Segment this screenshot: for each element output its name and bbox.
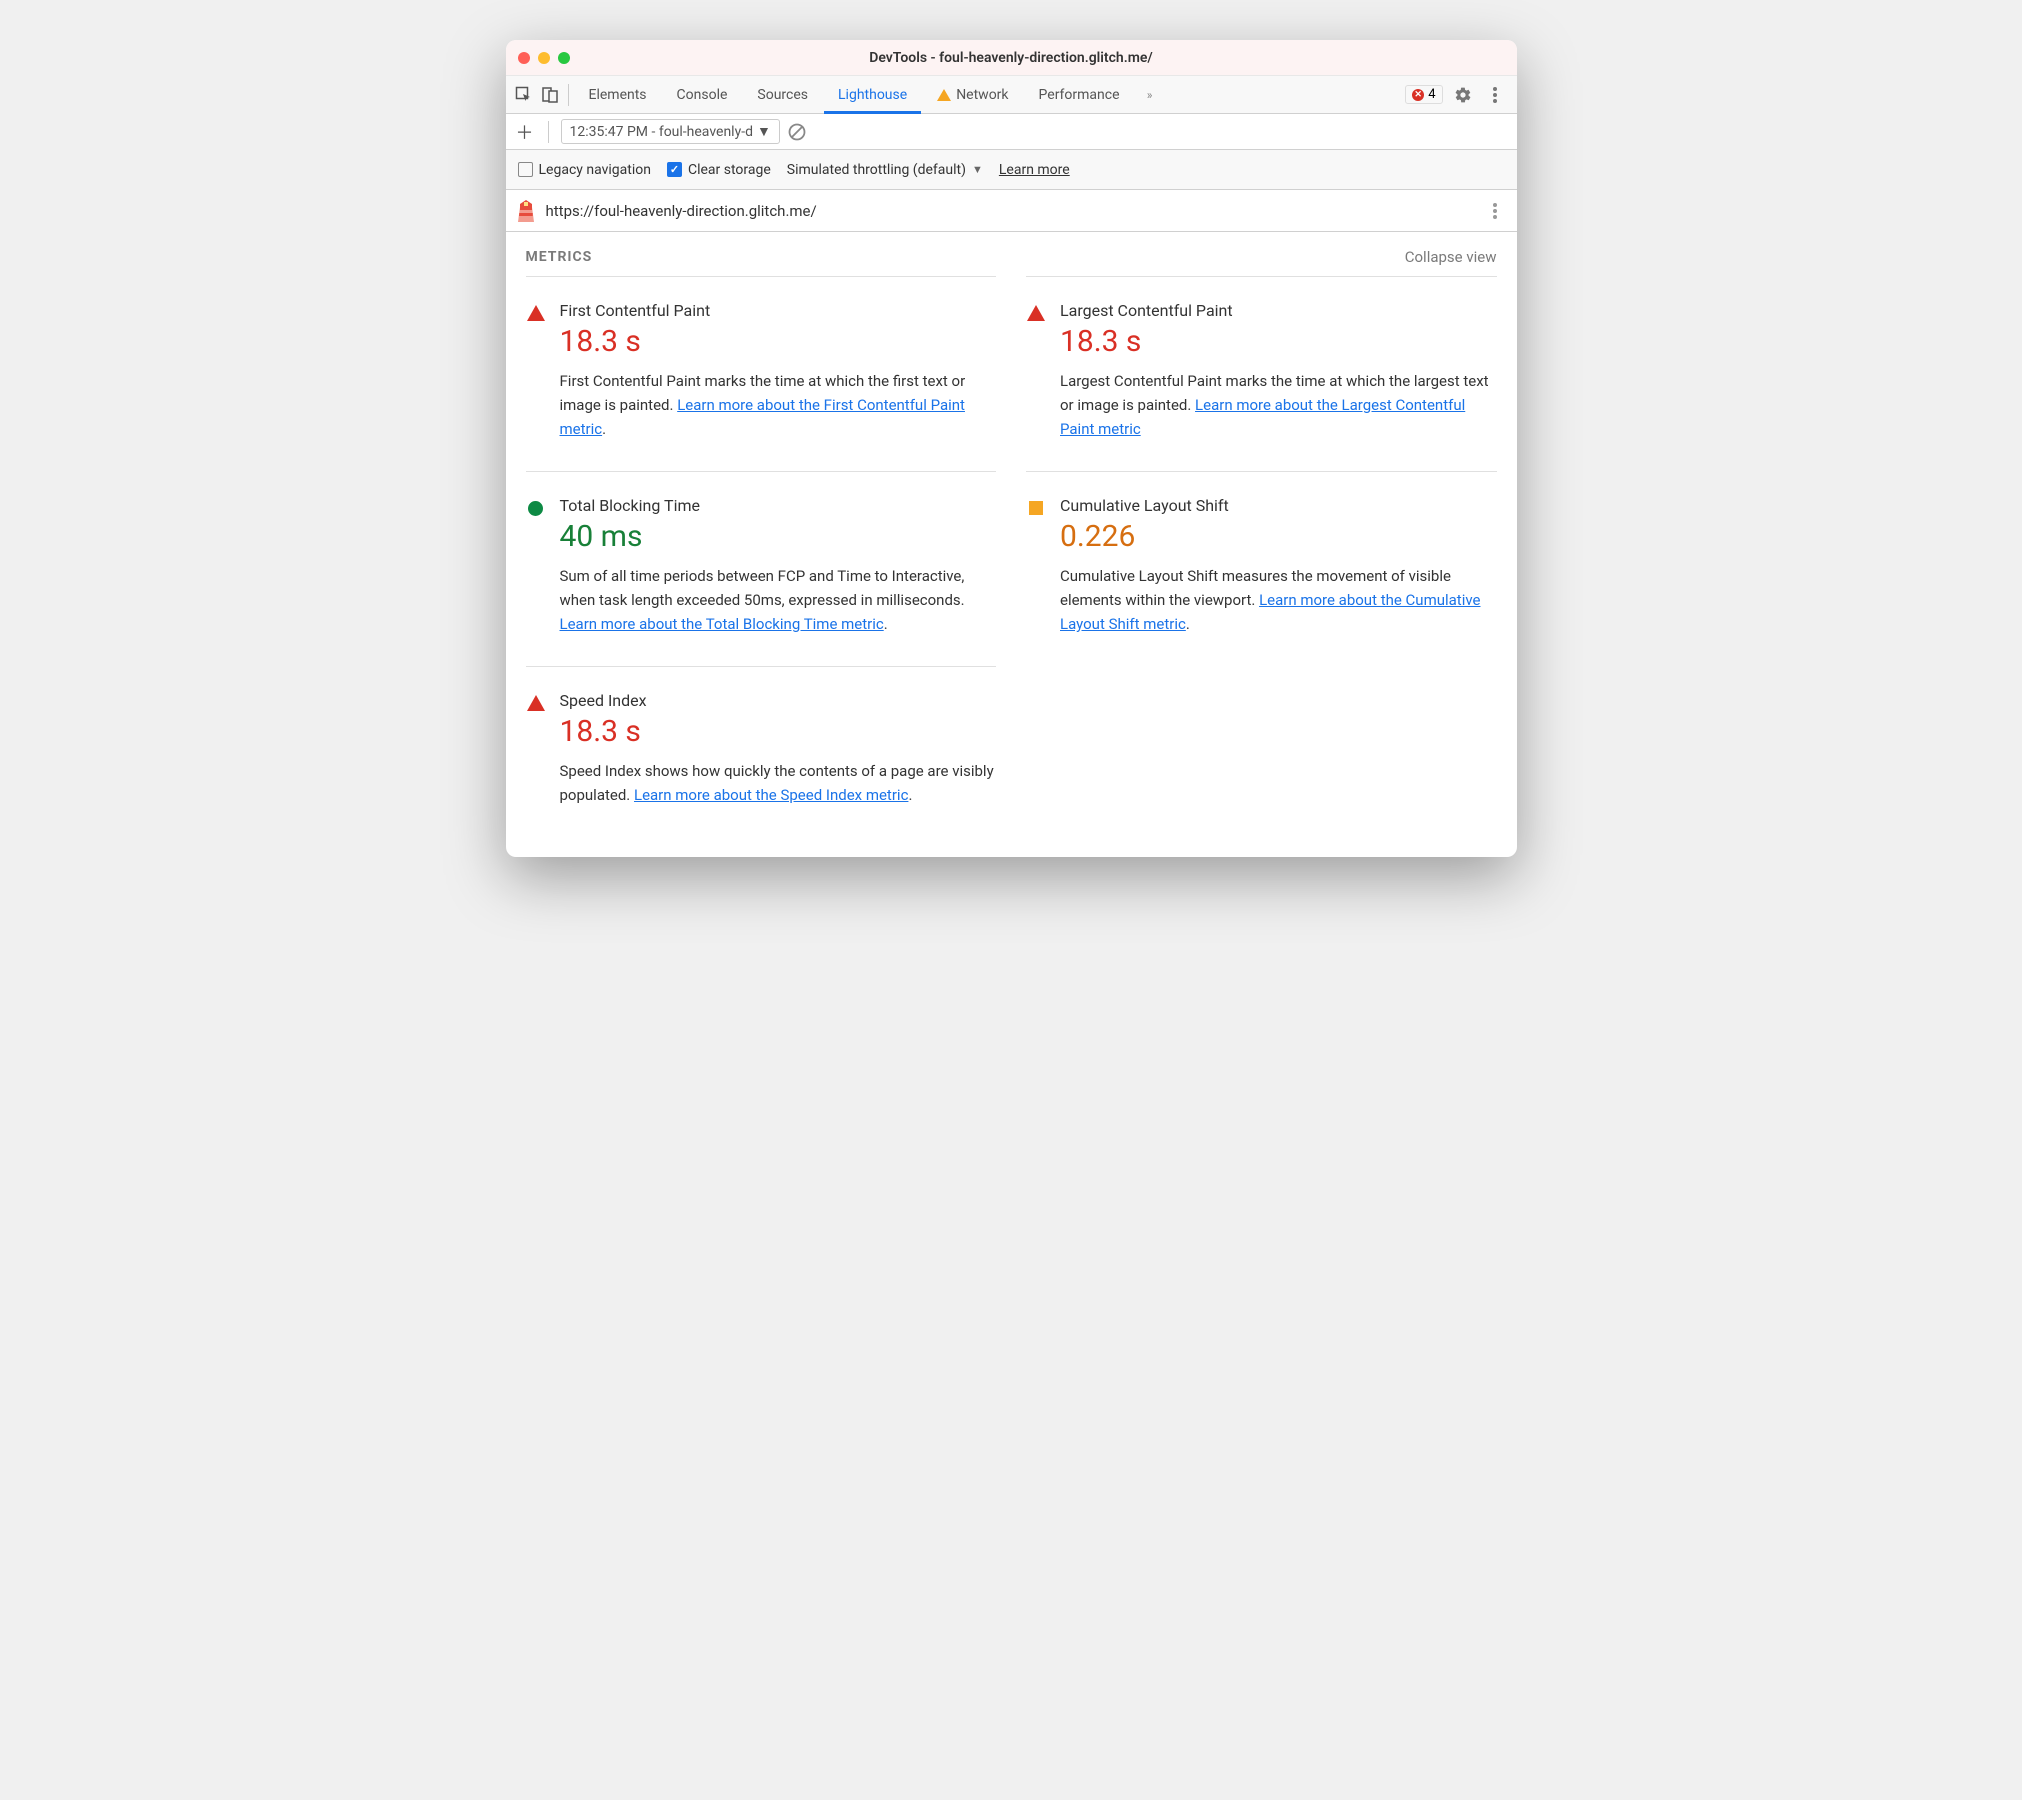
report-selector[interactable]: 12:35:47 PM - foul-heavenly-d ▼ bbox=[561, 119, 780, 144]
metric-value: 40 ms bbox=[560, 519, 997, 554]
metric-description: Sum of all time periods between FCP and … bbox=[560, 564, 997, 636]
metric-value: 18.3 s bbox=[560, 324, 997, 359]
minimize-button[interactable] bbox=[538, 52, 550, 64]
metric-title: Cumulative Layout Shift bbox=[1060, 496, 1497, 515]
divider bbox=[568, 84, 569, 106]
lighthouse-toolbar: ＋ 12:35:47 PM - foul-heavenly-d ▼ bbox=[506, 114, 1517, 150]
learn-more-link[interactable]: Learn more bbox=[999, 162, 1070, 178]
metric-status-icon bbox=[1026, 303, 1046, 323]
metric-status-icon bbox=[1026, 498, 1046, 518]
metric-description: First Contentful Paint marks the time at… bbox=[560, 369, 997, 441]
tab-elements[interactable]: Elements bbox=[575, 76, 661, 113]
error-icon: ✕ bbox=[1412, 89, 1424, 101]
metric-card: Cumulative Layout Shift 0.226 Cumulative L… bbox=[1026, 471, 1497, 666]
devtools-window: DevTools - foul-heavenly-direction.glitc… bbox=[506, 40, 1517, 857]
metric-title: Speed Index bbox=[560, 691, 997, 710]
metric-title: Largest Contentful Paint bbox=[1060, 301, 1497, 320]
metric-card: Total Blocking Time 40 ms Sum of all time … bbox=[526, 471, 997, 666]
settings-icon[interactable] bbox=[1451, 83, 1475, 107]
more-vert-icon[interactable] bbox=[1483, 83, 1507, 107]
report-url: https://foul-heavenly-direction.glitch.m… bbox=[546, 202, 1473, 220]
throttling-option[interactable]: Simulated throttling (default) ▼ bbox=[787, 162, 983, 178]
inspect-icon[interactable] bbox=[512, 83, 536, 107]
metric-description: Speed Index shows how quickly the conten… bbox=[560, 759, 997, 807]
tab-network[interactable]: Network bbox=[923, 76, 1022, 113]
close-button[interactable] bbox=[518, 52, 530, 64]
metric-card: Largest Contentful Paint 18.3 s Largest Co… bbox=[1026, 276, 1497, 471]
tabs-overflow-icon[interactable]: » bbox=[1136, 83, 1160, 107]
devtools-tabs: Elements Console Sources Lighthouse Netw… bbox=[506, 76, 1517, 114]
checkbox-legacy[interactable] bbox=[518, 162, 533, 177]
checkbox-clear-storage[interactable] bbox=[667, 162, 682, 177]
metric-description: Largest Contentful Paint marks the time … bbox=[1060, 369, 1497, 441]
lighthouse-icon bbox=[516, 200, 536, 222]
metric-status-icon bbox=[526, 303, 546, 323]
maximize-button[interactable] bbox=[558, 52, 570, 64]
metric-card: Speed Index 18.3 s Speed Index shows how q… bbox=[526, 666, 997, 837]
metric-status-icon bbox=[526, 693, 546, 713]
metric-learn-more-link[interactable]: Learn more about the First Contentful Pa… bbox=[560, 396, 965, 438]
add-report-button[interactable]: ＋ bbox=[514, 121, 536, 143]
clear-storage-label: Clear storage bbox=[688, 162, 771, 178]
metric-status-icon bbox=[526, 498, 546, 518]
metric-value: 18.3 s bbox=[1060, 324, 1497, 359]
metric-value: 0.226 bbox=[1060, 519, 1497, 554]
report-menu-icon[interactable] bbox=[1483, 199, 1507, 223]
metrics-header: METRICS Collapse view bbox=[506, 232, 1517, 276]
tab-performance[interactable]: Performance bbox=[1025, 76, 1134, 113]
legacy-navigation-option[interactable]: Legacy navigation bbox=[518, 162, 651, 178]
metric-card: First Contentful Paint 18.3 s First Conten… bbox=[526, 276, 997, 471]
tab-lighthouse[interactable]: Lighthouse bbox=[824, 76, 921, 113]
metric-title: First Contentful Paint bbox=[560, 301, 997, 320]
clear-storage-option[interactable]: Clear storage bbox=[667, 162, 771, 178]
chevron-down-icon: ▼ bbox=[972, 163, 983, 176]
tab-console[interactable]: Console bbox=[663, 76, 742, 113]
chevron-down-icon: ▼ bbox=[757, 123, 771, 140]
metrics-grid: First Contentful Paint 18.3 s First Conten… bbox=[506, 276, 1517, 857]
error-count[interactable]: ✕ 4 bbox=[1405, 85, 1442, 104]
divider bbox=[548, 121, 549, 143]
window-title: DevTools - foul-heavenly-direction.glitc… bbox=[506, 50, 1517, 66]
error-count-value: 4 bbox=[1428, 87, 1435, 102]
metric-learn-more-link[interactable]: Learn more about the Total Blocking Time… bbox=[560, 615, 884, 633]
lighthouse-options: Legacy navigation Clear storage Simulate… bbox=[506, 150, 1517, 190]
metric-learn-more-link[interactable]: Learn more about the Cumulative Layout S… bbox=[1060, 591, 1481, 633]
report-url-bar: https://foul-heavenly-direction.glitch.m… bbox=[506, 190, 1517, 232]
clear-icon[interactable] bbox=[788, 123, 806, 141]
tab-sources[interactable]: Sources bbox=[743, 76, 822, 113]
device-toggle-icon[interactable] bbox=[538, 83, 562, 107]
titlebar: DevTools - foul-heavenly-direction.glitc… bbox=[506, 40, 1517, 76]
metric-title: Total Blocking Time bbox=[560, 496, 997, 515]
collapse-view-button[interactable]: Collapse view bbox=[1405, 248, 1497, 266]
throttling-label: Simulated throttling (default) bbox=[787, 162, 966, 178]
metric-learn-more-link[interactable]: Learn more about the Largest Contentful … bbox=[1060, 396, 1465, 438]
tab-network-label: Network bbox=[956, 87, 1008, 103]
legacy-label: Legacy navigation bbox=[539, 162, 651, 178]
window-controls bbox=[518, 52, 570, 64]
metrics-title: METRICS bbox=[526, 249, 593, 265]
metric-learn-more-link[interactable]: Learn more about the Speed Index metric bbox=[634, 786, 908, 804]
metric-description: Cumulative Layout Shift measures the mov… bbox=[1060, 564, 1497, 636]
metric-value: 18.3 s bbox=[560, 714, 997, 749]
warning-icon bbox=[937, 89, 951, 101]
report-selector-label: 12:35:47 PM - foul-heavenly-d bbox=[570, 124, 753, 140]
